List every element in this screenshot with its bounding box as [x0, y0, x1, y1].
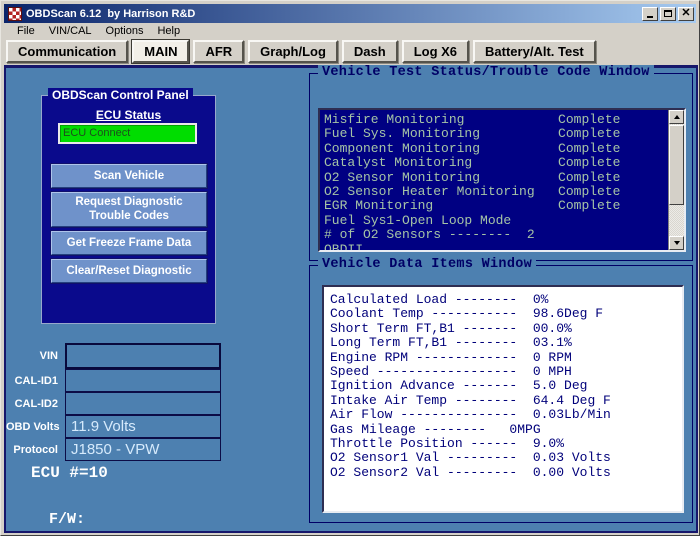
close-icon: ✕ — [681, 8, 690, 19]
data-item-line: Throttle Position ------ 9.0% — [330, 437, 682, 451]
arrow-down-icon — [674, 241, 680, 245]
vehicle-info-fields: VIN CAL-ID1 CAL-ID2 OBD Volts 11.9 Volts… — [6, 343, 236, 461]
scrollbar-thumb[interactable] — [669, 125, 684, 205]
tab-button[interactable]: Dash — [342, 40, 398, 63]
firmware-label: F/W: — [49, 511, 85, 528]
field-value-box[interactable]: 11.9 Volts — [65, 415, 221, 438]
app-window: OBDScan 6.12 by Harrison R&D ✕ FileVIN/C… — [0, 0, 700, 536]
field-value-box[interactable] — [65, 343, 221, 369]
control-panel-buttons: Scan Vehicle Request Diagnostic Trouble C… — [51, 164, 207, 283]
field-row: OBD Volts 11.9 Volts — [6, 415, 236, 438]
field-label: OBD Volts — [6, 421, 65, 433]
tab-bar: CommunicationMAINAFRGraph/LogDashLog X6B… — [4, 39, 696, 65]
data-item-line: Coolant Temp ----------- 98.6Deg F — [330, 307, 682, 321]
tab-button[interactable]: Communication — [6, 40, 128, 63]
field-row: VIN — [6, 343, 236, 369]
test-status-line: Fuel Sys1-Open Loop Mode — [324, 214, 684, 228]
menu-item[interactable]: File — [10, 24, 42, 38]
vehicle-data-items-title: Vehicle Data Items Window — [318, 257, 536, 272]
close-button[interactable]: ✕ — [678, 7, 694, 21]
test-status-line: Fuel Sys. Monitoring Complete — [324, 127, 684, 141]
data-item-line: O2 Sensor2 Val --------- 0.00 Volts — [330, 466, 682, 480]
field-row: Protocol J1850 - VPW — [6, 438, 236, 461]
scroll-down-button[interactable] — [669, 236, 684, 250]
ecu-status-label: ECU Status — [42, 108, 215, 122]
vertical-scrollbar[interactable] — [668, 110, 684, 250]
title-bar: OBDScan 6.12 by Harrison R&D ✕ — [4, 4, 696, 23]
field-value-box[interactable]: J1850 - VPW — [65, 438, 221, 461]
vehicle-test-status-group: Vehicle Test Status/Trouble Code Window … — [309, 73, 693, 261]
client-area: OBDScan Control Panel ECU Status ECU Con… — [4, 65, 698, 533]
window-title: OBDScan 6.12 by Harrison R&D — [26, 8, 642, 20]
field-row: CAL-ID1 — [6, 369, 236, 392]
maximize-button[interactable] — [660, 7, 676, 21]
test-status-line: # of O2 Sensors -------- 2 — [324, 228, 684, 242]
data-item-line: Ignition Advance ------- 5.0 Deg — [330, 379, 682, 393]
app-icon — [8, 7, 22, 21]
field-row: CAL-ID2 — [6, 392, 236, 415]
data-item-line: Speed ------------------ 0 MPH — [330, 365, 682, 379]
scroll-up-button[interactable] — [669, 110, 684, 124]
menu-item[interactable]: VIN/CAL — [42, 24, 99, 38]
vehicle-data-items-group: Vehicle Data Items Window Calculated Loa… — [309, 265, 693, 523]
tab-button[interactable]: MAIN — [132, 40, 189, 63]
test-status-line: EGR Monitoring Complete — [324, 199, 684, 213]
ecu-status-field[interactable]: ECU Connect — [58, 123, 197, 144]
control-panel-title: OBDScan Control Panel — [48, 88, 193, 102]
control-panel-button[interactable]: Request Diagnostic Trouble Codes — [51, 192, 207, 227]
data-item-line: Intake Air Temp -------- 64.4 Deg F — [330, 394, 682, 408]
control-panel-button[interactable]: Scan Vehicle — [51, 164, 207, 188]
test-status-line: O2 Sensor Heater Monitoring Complete — [324, 185, 684, 199]
data-item-line: Long Term FT,B1 -------- 03.1% — [330, 336, 682, 350]
minimize-button[interactable] — [642, 7, 658, 21]
test-status-line: Component Monitoring Complete — [324, 142, 684, 156]
data-item-line: Short Term FT,B1 ------- 00.0% — [330, 322, 682, 336]
arrow-up-icon — [674, 115, 680, 119]
tab-button[interactable]: Log X6 — [402, 40, 469, 63]
test-status-lines: Misfire Monitoring CompleteFuel Sys. Mon… — [320, 110, 684, 252]
menu-item[interactable]: Help — [150, 24, 187, 38]
data-item-line: Calculated Load -------- 0% — [330, 293, 682, 307]
data-item-line: Air Flow --------------- 0.03Lb/Min — [330, 408, 682, 422]
field-label: CAL-ID2 — [6, 398, 65, 410]
field-label: Protocol — [6, 444, 65, 456]
minimize-icon — [647, 16, 653, 18]
data-item-line: Gas Mileage -------- 0MPG — [330, 423, 682, 437]
tab-button[interactable]: Graph/Log — [248, 40, 338, 63]
tab-button[interactable]: AFR — [193, 40, 244, 63]
field-label: VIN — [6, 350, 65, 362]
menu-bar: FileVIN/CALOptionsHelp — [4, 23, 696, 39]
data-item-line: Engine RPM ------------- 0 RPM — [330, 351, 682, 365]
field-value-box[interactable] — [65, 369, 221, 392]
data-items-lines: Calculated Load -------- 0%Coolant Temp … — [324, 287, 682, 480]
test-status-line: Misfire Monitoring Complete — [324, 113, 684, 127]
data-items-listbox[interactable]: Calculated Load -------- 0%Coolant Temp … — [322, 285, 684, 513]
test-status-line: O2 Sensor Monitoring Complete — [324, 171, 684, 185]
ecu-number-text: ECU #=10 — [31, 464, 108, 482]
test-status-line: OBDII — [324, 243, 684, 252]
maximize-icon — [664, 10, 672, 17]
test-status-line: Catalyst Monitoring Complete — [324, 156, 684, 170]
vehicle-test-status-title: Vehicle Test Status/Trouble Code Window — [318, 65, 654, 80]
tab-button[interactable]: Battery/Alt. Test — [473, 40, 596, 63]
obdscan-control-panel: OBDScan Control Panel ECU Status ECU Con… — [41, 95, 216, 324]
control-panel-button[interactable]: Get Freeze Frame Data — [51, 231, 207, 255]
field-label: CAL-ID1 — [6, 375, 65, 387]
field-value-box[interactable] — [65, 392, 221, 415]
data-item-line: O2 Sensor1 Val --------- 0.03 Volts — [330, 451, 682, 465]
menu-item[interactable]: Options — [99, 24, 151, 38]
control-panel-button[interactable]: Clear/Reset Diagnostic — [51, 259, 207, 283]
test-status-listbox[interactable]: Misfire Monitoring CompleteFuel Sys. Mon… — [318, 108, 686, 252]
